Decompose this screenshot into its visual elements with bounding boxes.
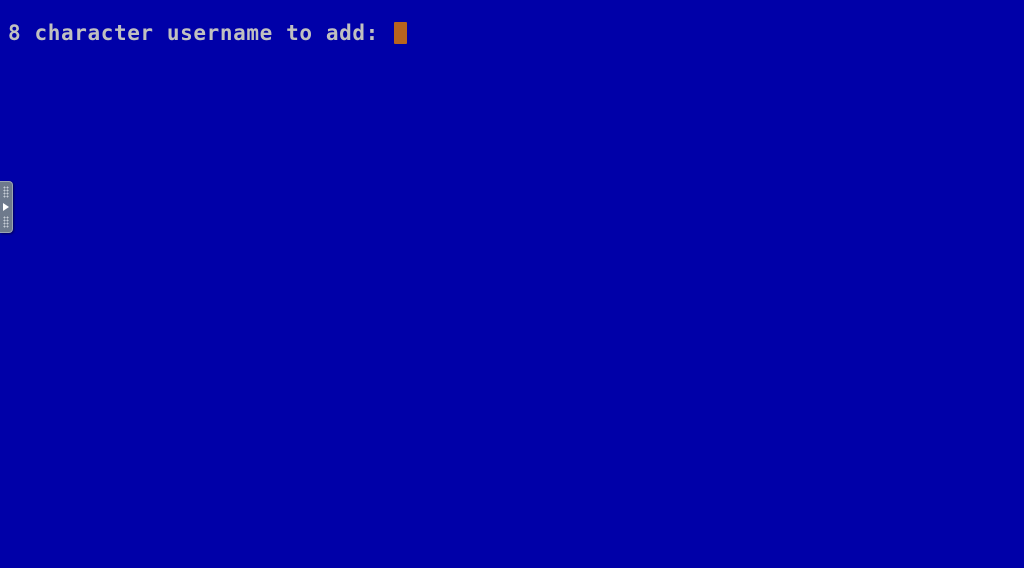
grip-dots-icon (3, 216, 9, 228)
prompt-text: 8 character username to add: (8, 21, 393, 45)
side-panel-toggle[interactable] (0, 181, 13, 233)
terminal-screen: { "console": { "prompt": "8 character us… (0, 0, 1024, 568)
grip-dots-icon (3, 186, 9, 198)
expand-arrow-icon[interactable] (3, 203, 9, 211)
text-cursor (394, 22, 408, 44)
console-prompt-line[interactable]: 8 character username to add: (8, 21, 1008, 45)
